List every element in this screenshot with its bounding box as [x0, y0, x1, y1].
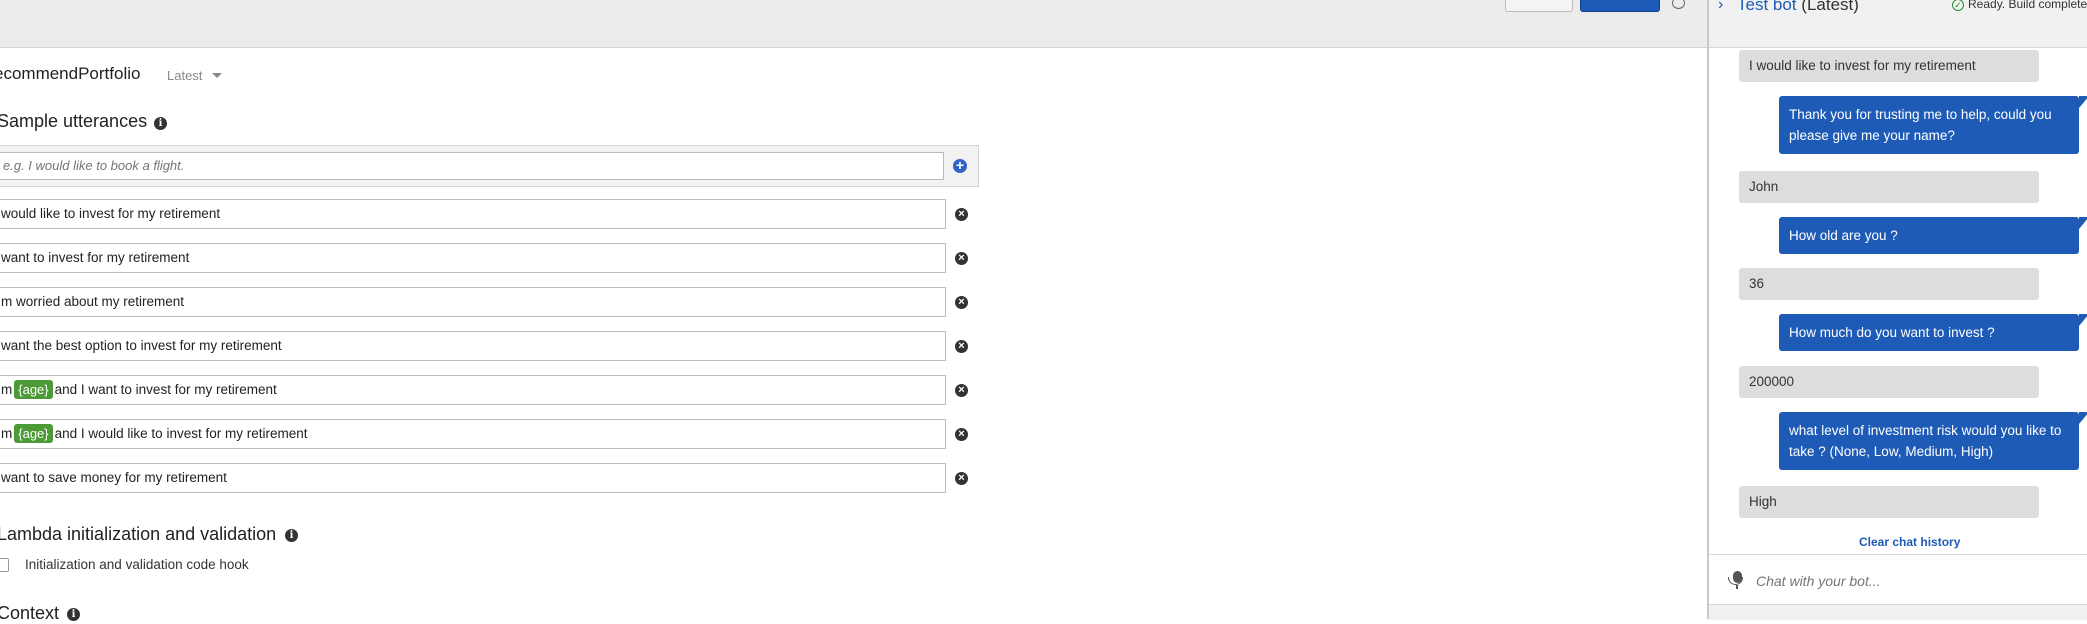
remove-utterance-icon[interactable]: ×	[955, 252, 968, 265]
test-bot-link[interactable]: Test bot	[1737, 0, 1797, 14]
utterance-row[interactable]: m worried about my retirement	[0, 287, 946, 317]
utterance-text: m worried about my retirement	[1, 294, 185, 309]
remove-utterance-icon[interactable]: ×	[955, 428, 968, 441]
utterance-row[interactable]: want to save money for my retirement	[0, 463, 946, 493]
test-bot-panel: › Test bot (Latest) ✓ Ready. Build comple…	[1707, 0, 2087, 620]
chat-input-bar	[1709, 554, 2087, 605]
bot-message: what level of investment risk would you …	[1779, 412, 2087, 470]
user-message: I would like to invest for my retirement	[1739, 50, 2039, 82]
utterance-row[interactable]: want to invest for my retirement	[0, 243, 946, 273]
utterance-row[interactable]: want the best option to invest for my re…	[0, 331, 946, 361]
build-status-text: Ready. Build complete	[1968, 0, 2087, 11]
user-message: 200000	[1739, 366, 2039, 398]
clear-chat-history-link[interactable]: Clear chat history	[1859, 535, 1960, 549]
caret-down-icon[interactable]	[212, 73, 222, 78]
version-select[interactable]: Latest	[167, 68, 202, 83]
primary-button[interactable]	[1580, 0, 1660, 12]
user-message: 36	[1739, 268, 2039, 300]
check-circle-icon: ✓	[1952, 0, 1964, 11]
sample-utterances-title: Sample utterances	[0, 111, 148, 131]
info-icon[interactable]: i	[67, 608, 80, 621]
test-bot-header: › Test bot (Latest) ✓ Ready. Build comple…	[1709, 0, 2087, 48]
user-message: High	[1739, 486, 2039, 518]
remove-utterance-icon[interactable]: ×	[955, 296, 968, 309]
context-section-title: Context	[0, 603, 60, 623]
remove-utterance-icon[interactable]: ×	[955, 472, 968, 485]
remove-utterance-icon[interactable]: ×	[955, 208, 968, 221]
test-bot-version: (Latest)	[1801, 0, 1859, 14]
add-utterance-icon[interactable]: +	[953, 158, 967, 173]
secondary-button[interactable]	[1505, 0, 1573, 12]
info-icon[interactable]: i	[154, 117, 167, 130]
microphone-stand	[1728, 577, 1743, 585]
utterance-text: want to save money for my retirement	[1, 470, 227, 485]
utterance-row[interactable]: m {age} and I would like to invest for my …	[0, 419, 946, 449]
code-hook-checkbox[interactable]	[0, 558, 9, 572]
utterance-text-after: and I would like to invest for my retire…	[54, 426, 308, 441]
utterance-text: m	[1, 426, 13, 441]
remove-utterance-icon[interactable]: ×	[955, 384, 968, 397]
user-message: John	[1739, 171, 2039, 203]
top-toolbar	[0, 0, 1707, 48]
build-status: ✓ Ready. Build complete	[1952, 0, 2087, 11]
test-bot-title: Test bot (Latest)	[1737, 0, 1859, 15]
refresh-icon[interactable]	[1672, 0, 1685, 9]
slot-tag[interactable]: {age}	[14, 424, 53, 443]
lambda-section-title: Lambda initialization and validation	[0, 524, 277, 544]
utterance-row[interactable]: would like to invest for my retirement	[0, 199, 946, 229]
code-hook-label: Initialization and validation code hook	[25, 557, 249, 572]
microphone-base	[1736, 585, 1738, 589]
bot-message: How much do you want to invest ?	[1779, 314, 2087, 351]
utterance-text: m	[1, 382, 13, 397]
chevron-right-icon[interactable]: ›	[1718, 0, 1723, 14]
utterance-row[interactable]: m {age} and I want to invest for my retire…	[0, 375, 946, 405]
info-icon[interactable]: i	[285, 529, 298, 542]
slot-tag[interactable]: {age}	[14, 380, 53, 399]
panel-footer	[1709, 604, 2087, 620]
bot-message: How old are you ?	[1779, 217, 2087, 254]
utterance-text-after: and I want to invest for my retirement	[54, 382, 277, 397]
remove-utterance-icon[interactable]: ×	[955, 340, 968, 353]
utterance-input[interactable]	[0, 152, 944, 180]
chat-input[interactable]	[1754, 567, 2078, 595]
bot-message: Thank you for trusting me to help, could…	[1779, 96, 2087, 154]
utterance-text: would like to invest for my retirement	[1, 206, 221, 221]
intent-name: ecommendPortfolio	[0, 64, 141, 83]
utterance-text: want to invest for my retirement	[1, 250, 190, 265]
utterance-text: want the best option to invest for my re…	[1, 338, 282, 353]
